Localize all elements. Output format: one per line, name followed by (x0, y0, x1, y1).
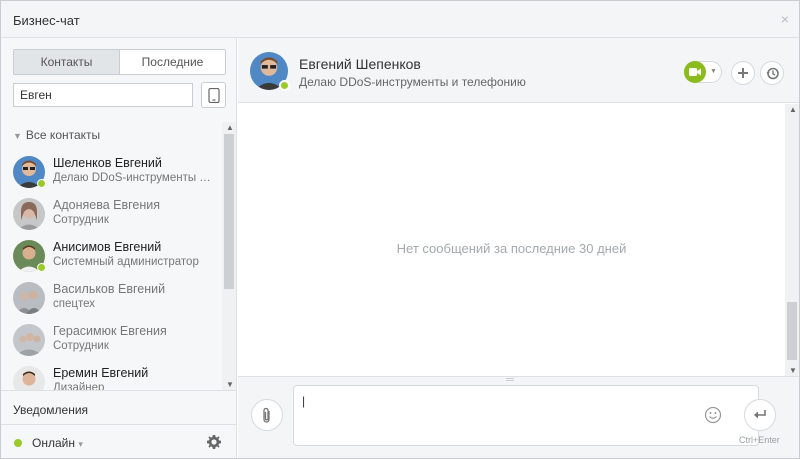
tab-contacts[interactable]: Контакты (14, 50, 120, 74)
online-indicator (37, 263, 46, 272)
close-icon[interactable]: × (781, 11, 789, 27)
send-button[interactable] (744, 399, 776, 431)
contact-name: Герасимюк Евгения (53, 324, 167, 338)
paperclip-icon (263, 407, 270, 423)
chevron-down-icon: ▾ (78, 439, 83, 449)
history-icon (766, 67, 779, 80)
scrollbar-thumb[interactable] (787, 302, 797, 360)
scroll-up-icon[interactable]: ▲ (789, 105, 797, 114)
video-camera-icon (684, 61, 706, 83)
status-selector[interactable]: Онлайн ▾ (32, 436, 83, 450)
list-item[interactable]: Шеленков Евгений Делаю DDoS-инструменты … (1, 150, 221, 192)
message-composer: | Ctrl+Enter (238, 376, 799, 458)
phone-icon (208, 88, 220, 103)
contact-status: Дизайнер (53, 382, 105, 390)
contact-list: ▼ Все контакты Шеленков Евгений Делаю DDo… (1, 122, 237, 390)
chat-contact-name: Евгений Шепенков (299, 56, 421, 72)
contact-status: Сотрудник (53, 340, 109, 352)
contact-name: Анисимов Евгений (53, 240, 162, 254)
online-indicator (279, 80, 290, 91)
scroll-down-icon[interactable]: ▼ (226, 380, 234, 389)
smile-icon[interactable] (704, 406, 722, 424)
contact-status: спецтех (53, 298, 95, 310)
contact-name: Шеленков Евгений (53, 156, 162, 170)
status-label: Онлайн (32, 436, 75, 450)
title-bar: Бизнес-чат × (1, 1, 799, 38)
list-item[interactable]: Адоняева Евгения Сотрудник (1, 192, 221, 234)
contact-name: Адоняева Евгения (53, 198, 161, 212)
message-scrollbar[interactable]: ▲ ▼ (785, 104, 799, 376)
online-indicator (37, 179, 46, 188)
phone-button[interactable] (201, 82, 226, 108)
attach-file-button[interactable] (251, 399, 283, 431)
list-item[interactable]: Герасимюк Евгения Сотрудник (1, 318, 221, 360)
scroll-down-icon[interactable]: ▼ (789, 366, 797, 375)
add-user-button[interactable] (731, 61, 755, 85)
send-shortcut-hint: Ctrl+Enter (739, 435, 780, 445)
list-item[interactable]: Васильков Евгений спецтех (1, 276, 221, 318)
chat-window: Бизнес-чат × Контакты Последние ▼Все кон… (0, 0, 800, 459)
empty-state-text: Нет сообщений за последние 30 дней (396, 241, 627, 256)
avatar (13, 198, 45, 230)
notifications-link[interactable]: Уведомления (1, 390, 236, 424)
message-input[interactable]: | (293, 385, 759, 446)
gear-icon[interactable] (206, 434, 222, 450)
notifications-label: Уведомления (13, 403, 89, 417)
list-item[interactable]: Еремин Евгений Дизайнер (1, 360, 221, 390)
avatar (13, 324, 45, 356)
scrollbar-thumb[interactable] (224, 134, 234, 289)
group-title: Все контакты (25, 128, 101, 142)
avatar (13, 366, 45, 390)
online-status-dot (14, 439, 22, 447)
contact-name: Еремин Евгений (53, 366, 149, 380)
history-button[interactable] (760, 61, 784, 85)
contact-search-input[interactable] (13, 83, 193, 107)
chat-header: Евгений Шепенков Делаю DDoS-инструменты … (238, 38, 799, 103)
message-area: Нет сообщений за последние 30 дней (238, 104, 785, 376)
enter-icon (754, 410, 766, 419)
chat-contact-status: Делаю DDoS-инструменты и телефонию (299, 75, 526, 89)
resize-handle[interactable] (506, 378, 514, 381)
group-header[interactable]: ▼ Все контакты (13, 128, 100, 142)
list-item[interactable]: Анисимов Евгений Системный администратор (1, 234, 221, 276)
contact-status: Делаю DDoS-инструменты и телефонию (53, 172, 213, 184)
plus-icon (738, 68, 748, 78)
contact-list-scrollbar[interactable]: ▲ ▼ (222, 122, 236, 390)
contact-status: Системный администратор (53, 256, 199, 268)
contact-name: Васильков Евгений (53, 282, 166, 296)
contact-status: Сотрудник (53, 214, 109, 226)
contacts-tabs: Контакты Последние (13, 49, 226, 75)
chevron-down-icon[interactable]: ▼ (710, 68, 717, 75)
collapse-arrow-icon: ▼ (13, 131, 22, 141)
scroll-up-icon[interactable]: ▲ (226, 123, 234, 132)
video-call-button[interactable]: ▼ (684, 61, 722, 83)
status-bar: Онлайн ▾ (1, 424, 236, 458)
window-title: Бизнес-чат (13, 13, 80, 28)
avatar (13, 282, 45, 314)
tab-recent[interactable]: Последние (120, 50, 225, 74)
